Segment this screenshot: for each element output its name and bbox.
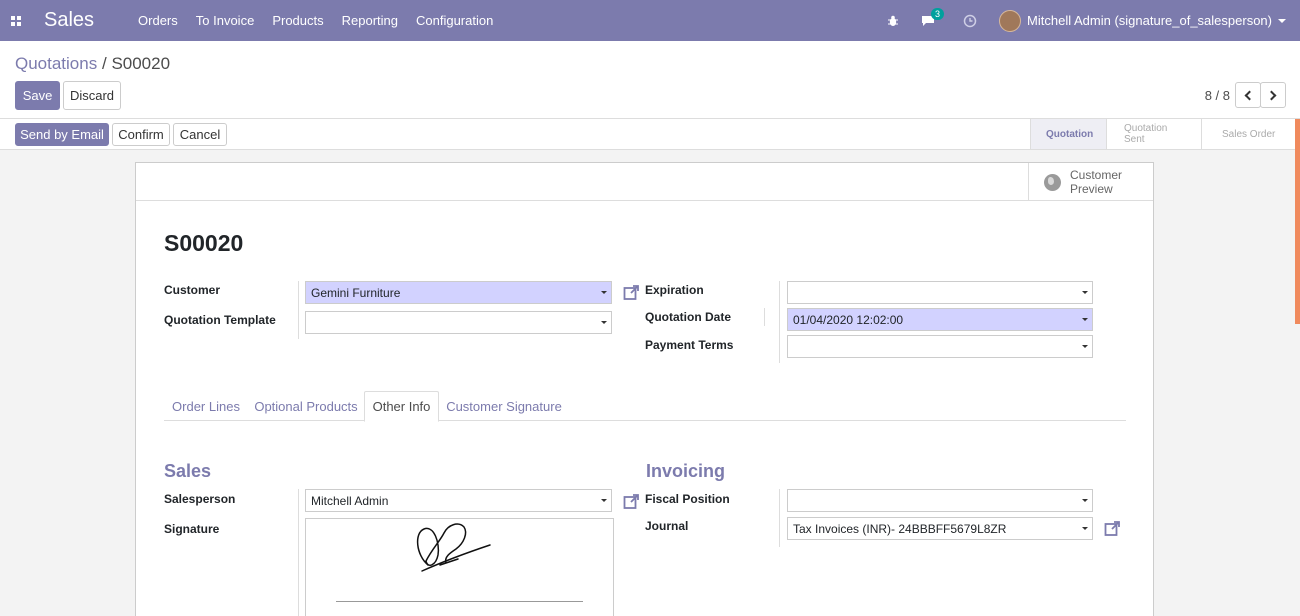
quotation-template-field[interactable] (305, 311, 612, 334)
status-steps: Quotation Quotation Sent Sales Order (1030, 119, 1300, 149)
chat-badge: 3 (931, 7, 945, 20)
form-sheet: Customer Preview S00020 Customer Gemini … (135, 162, 1154, 616)
dropdown-arrow-icon (1082, 291, 1088, 294)
status-step-quotation[interactable]: Quotation (1030, 119, 1106, 149)
payment-terms-field[interactable] (787, 335, 1093, 358)
customer-preview-line1: Customer (1070, 168, 1123, 182)
chevron-right-icon (1266, 90, 1277, 100)
expiration-field[interactable] (787, 281, 1093, 304)
pager-value[interactable]: 8 / 8 (1205, 88, 1230, 103)
status-step-sales-order[interactable]: Sales Order (1201, 119, 1300, 149)
external-link-icon[interactable] (623, 284, 640, 301)
discard-button[interactable]: Discard (63, 81, 121, 110)
customer-field[interactable]: Gemini Furniture (305, 281, 612, 304)
app-brand[interactable]: Sales (44, 9, 94, 32)
salesperson-label: Salesperson (164, 492, 236, 506)
customer-preview-label: Customer Preview (1070, 168, 1122, 196)
salesperson-field[interactable]: Mitchell Admin (305, 489, 612, 512)
apps-menu-icon[interactable] (1, 0, 31, 41)
dropdown-arrow-icon (1082, 527, 1088, 530)
quotation-date-value: 01/04/2020 12:02:00 (793, 312, 904, 327)
pager-next-button[interactable] (1260, 82, 1286, 108)
tab-optional-products[interactable]: Optional Products (248, 391, 364, 421)
tab-other-info[interactable]: Other Info (364, 391, 439, 422)
avatar[interactable] (999, 9, 1022, 32)
divider (779, 489, 780, 547)
expiration-label: Expiration (645, 283, 704, 297)
menu-products[interactable]: Products (272, 13, 323, 28)
journal-field[interactable]: Tax Invoices (INR)- 24BBBFF5679L8ZR (787, 517, 1093, 540)
breadcrumb-separator: / (101, 54, 107, 73)
status-step-quotation-sent[interactable]: Quotation Sent (1106, 119, 1201, 149)
tab-customer-signature[interactable]: Customer Signature (439, 391, 569, 421)
invoicing-group-title: Invoicing (646, 461, 726, 481)
menu-to-invoice[interactable]: To Invoice (196, 13, 255, 28)
chat-icon[interactable]: 3 (921, 7, 945, 27)
divider (764, 308, 765, 326)
external-link-icon[interactable] (1104, 520, 1121, 537)
tab-order-lines[interactable]: Order Lines (164, 391, 248, 421)
journal-value: Tax Invoices (INR)- 24BBBFF5679L8ZR (793, 521, 1007, 536)
form-statusbar: Send by Email Confirm Cancel Quotation Q… (0, 119, 1300, 150)
dropdown-arrow-icon (1082, 318, 1088, 321)
menu-configuration[interactable]: Configuration (416, 13, 493, 28)
signature-baseline (336, 601, 583, 602)
scrollbar-accent[interactable] (1295, 119, 1300, 324)
divider (298, 489, 299, 616)
control-panel: Quotations / S00020 Save Discard 8 / 8 (0, 41, 1300, 119)
customer-value: Gemini Furniture (311, 285, 401, 300)
cancel-button[interactable]: Cancel (173, 123, 227, 146)
fiscal-position-label: Fiscal Position (645, 492, 730, 506)
dropdown-arrow-icon (1082, 499, 1088, 502)
menu-reporting[interactable]: Reporting (342, 13, 398, 28)
save-button[interactable]: Save (15, 81, 60, 110)
breadcrumb: Quotations / S00020 (15, 54, 170, 74)
signature-drawing (416, 523, 491, 572)
signature-field[interactable] (305, 518, 614, 616)
customer-preview-line2: Preview (1070, 182, 1113, 196)
top-navbar: Sales Orders To Invoice Products Reporti… (0, 0, 1300, 41)
send-by-email-button[interactable]: Send by Email (15, 123, 109, 146)
payment-terms-label: Payment Terms (645, 338, 734, 352)
globe-icon (1044, 173, 1061, 191)
pager-previous-button[interactable] (1235, 82, 1261, 108)
divider (298, 281, 299, 339)
chevron-left-icon (1244, 90, 1255, 100)
notebook-tabs: Order Lines Optional Products Other Info… (164, 391, 1126, 422)
user-menu-name[interactable]: Mitchell Admin (signature_of_salesperson… (1027, 13, 1272, 28)
bug-icon[interactable] (887, 15, 899, 27)
divider (779, 281, 780, 363)
breadcrumb-current: S00020 (111, 54, 171, 73)
journal-label: Journal (645, 519, 689, 533)
salesperson-value: Mitchell Admin (311, 493, 389, 508)
customer-label: Customer (164, 283, 221, 297)
dropdown-arrow-icon (601, 291, 607, 294)
external-link-icon[interactable] (623, 493, 640, 510)
record-title: S00020 (164, 230, 244, 256)
quotation-template-label: Quotation Template (164, 313, 276, 327)
chevron-down-icon[interactable] (1278, 18, 1286, 23)
quotation-date-label: Quotation Date (645, 310, 731, 324)
quotation-date-field[interactable]: 01/04/2020 12:02:00 (787, 308, 1093, 331)
dropdown-arrow-icon (1082, 345, 1088, 348)
button-box: Customer Preview (136, 163, 1153, 201)
dropdown-arrow-icon (601, 321, 607, 324)
menu-orders[interactable]: Orders (138, 13, 178, 28)
customer-preview-button[interactable]: Customer Preview (1028, 163, 1154, 201)
dropdown-arrow-icon (601, 499, 607, 502)
sales-group-title: Sales (164, 461, 212, 481)
signature-label: Signature (164, 522, 220, 536)
confirm-button[interactable]: Confirm (112, 123, 170, 146)
fiscal-position-field[interactable] (787, 489, 1093, 512)
activity-clock-icon[interactable] (963, 14, 977, 28)
breadcrumb-quotations-link[interactable]: Quotations (15, 54, 97, 73)
